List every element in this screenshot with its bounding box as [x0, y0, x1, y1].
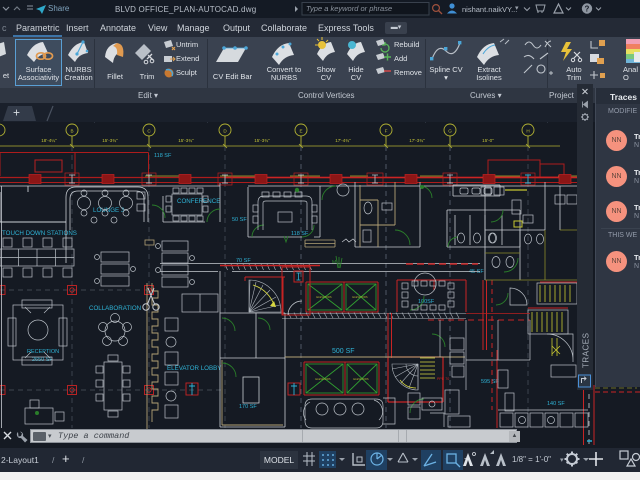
svg-text:18'-4¼": 18'-4¼" — [41, 138, 57, 143]
svg-text:500 SF: 500 SF — [332, 348, 355, 355]
svg-text:+: + — [13, 106, 20, 120]
svg-text:COLLABORATION: COLLABORATION — [89, 305, 141, 312]
svg-text:17'-4¾": 17'-4¾" — [335, 138, 351, 143]
svg-text:15'-3¾": 15'-3¾" — [178, 138, 194, 143]
svg-text:15'-3¾": 15'-3¾" — [254, 138, 270, 143]
svg-text:C: C — [147, 129, 151, 134]
svg-text:CONFERENCE: CONFERENCE — [177, 198, 220, 205]
svg-text:H: H — [526, 129, 529, 134]
svg-text:170 SF: 170 SF — [239, 404, 257, 410]
svg-text:ELEVATOR LOBBY: ELEVATOR LOBBY — [167, 365, 221, 372]
svg-text:45 SF: 45 SF — [469, 269, 484, 275]
svg-text:15'-3¾": 15'-3¾" — [102, 138, 118, 143]
svg-text:F: F — [385, 129, 388, 134]
svg-text:ELEVATORS: ELEVATORS — [315, 377, 330, 381]
svg-text:ELEVATORS: ELEVATORS — [316, 295, 331, 299]
svg-text:15'-0": 15'-0" — [482, 138, 494, 143]
svg-text:B: B — [70, 129, 73, 134]
svg-text:M: M — [332, 260, 336, 266]
svg-text:?: ? — [585, 5, 590, 14]
svg-text:G: G — [448, 129, 452, 134]
svg-text:D: D — [223, 129, 227, 134]
svg-text:100SF: 100SF — [418, 299, 435, 305]
svg-text:140 SF: 140 SF — [547, 401, 565, 407]
svg-text:TRACES: TRACES — [582, 333, 591, 368]
svg-text:118 SF: 118 SF — [154, 153, 172, 159]
svg-text:ELEVATORS: ELEVATORS — [353, 377, 368, 381]
svg-text:E: E — [299, 129, 302, 134]
svg-text:50 SF: 50 SF — [232, 217, 247, 223]
svg-text:RECEPTION: RECEPTION — [27, 349, 59, 355]
svg-text:17'-3¾": 17'-3¾" — [409, 138, 425, 143]
svg-text:ELEVATORS: ELEVATORS — [352, 295, 367, 299]
